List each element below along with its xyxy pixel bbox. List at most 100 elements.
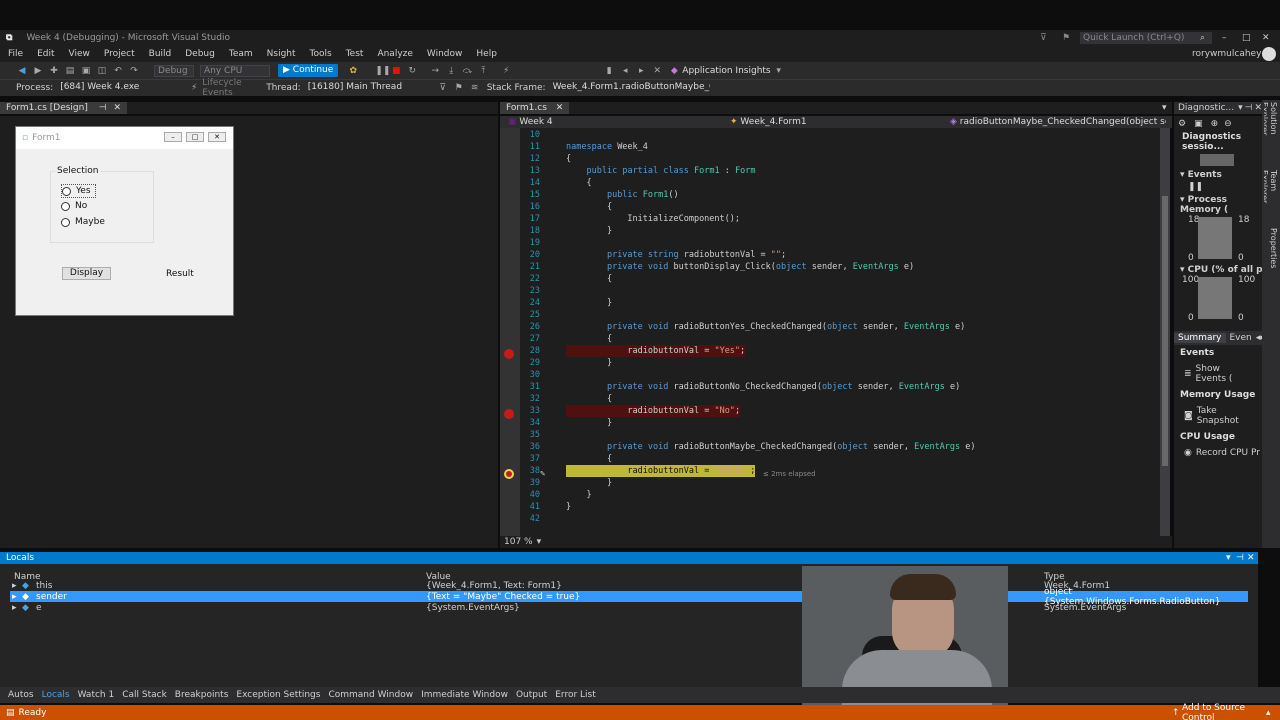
continue-button[interactable]: ▶ Continue [278,64,339,77]
menu-item[interactable]: Build [149,49,172,59]
code-line[interactable]: 22 { [500,273,1156,285]
expand-icon[interactable]: ▸ [12,592,17,602]
edit-pencil-icon[interactable]: ✎ [540,469,545,479]
tab-watch1[interactable]: Watch 1 [78,690,115,700]
open-folder-icon[interactable]: ▤ [65,66,75,76]
take-snapshot-link[interactable]: ◙ Take Snapshot [1174,403,1262,429]
code-line[interactable]: 17 InitializeComponent(); [500,213,1156,225]
window-options-icon[interactable]: ▾ [1226,553,1231,563]
tab-overflow-icon[interactable]: ▾ [1162,103,1167,113]
zoom-out-icon[interactable]: ⊖ [1224,119,1232,129]
code-line[interactable]: 30 [500,369,1156,381]
tab-summary[interactable]: Summary [1174,333,1226,343]
filter-icon[interactable]: ⊽ [1040,33,1047,43]
code-line[interactable]: 13 public partial class Form1 : Form [500,165,1156,177]
breakpoint-icon[interactable] [504,409,514,419]
flag-icon[interactable]: ⚑ [454,83,464,93]
insights-button[interactable]: Application Insights [682,66,770,76]
bookmark-clear-icon[interactable]: ✕ [652,66,662,76]
code-line[interactable]: 24 } [500,297,1156,309]
code-line[interactable]: 35 [500,429,1156,441]
close-tab-icon[interactable]: ✕ [113,103,121,113]
code-line[interactable]: 28 radiobuttonVal = "Yes"; [500,345,1156,357]
save-icon[interactable]: ▣ [1194,119,1203,129]
menu-item[interactable]: Window [427,49,463,59]
show-events-link[interactable]: ≣ Show Events ( [1174,361,1262,387]
lifecycle-icon[interactable]: ⚡ [189,83,199,93]
code-line[interactable]: 42 [500,513,1156,525]
code-line[interactable]: 26 private void radioButtonYes_CheckedCh… [500,321,1156,333]
side-tab-team-explorer[interactable]: Team Explorer [1264,170,1278,226]
restart-icon[interactable]: ↻ [407,66,417,76]
code-line[interactable]: 10 [500,129,1156,141]
code-line[interactable]: 14 { [500,177,1156,189]
menu-item[interactable]: View [69,49,90,59]
code-line[interactable]: 27 { [500,333,1156,345]
bookmark-icon[interactable]: ▮ [604,66,614,76]
code-line[interactable]: 25 [500,309,1156,321]
menu-item[interactable]: Tools [310,49,332,59]
menu-item[interactable]: Team [229,49,253,59]
menu-item[interactable]: Edit [37,49,54,59]
tab-immediate-window[interactable]: Immediate Window [421,690,508,700]
menu-item[interactable]: Project [104,49,135,59]
tab-error-list[interactable]: Error List [555,690,596,700]
zoom-dropdown-icon[interactable]: ▾ [537,537,542,547]
redo-icon[interactable]: ↷ [129,66,139,76]
code-line[interactable]: 31 private void radioButtonNo_CheckedCha… [500,381,1156,393]
tab-form1-cs[interactable]: Form1.cs ✕ [500,102,570,114]
breakpoint-icon[interactable] [504,349,514,359]
tab-form1-design[interactable]: Form1.cs [Design] ⊣ ✕ [0,102,127,114]
code-editor[interactable]: 10 11 namespace Week_4 12 {13 public partial… [500,128,1160,540]
tab-breakpoints[interactable]: Breakpoints [175,690,229,700]
code-line[interactable]: 20 private string radiobuttonVal = ""; [500,249,1156,261]
form1-window[interactable]: ▫ Form1 – □ ✕ Selection Yes No Maybe Dis… [15,126,234,316]
forward-icon[interactable]: ▶ [33,66,43,76]
show-next-icon[interactable]: → [430,66,440,76]
settings-icon[interactable]: ⚙ [1178,119,1186,129]
step-out-icon[interactable]: ⤒ [478,66,488,76]
menu-item[interactable]: Test [346,49,364,59]
code-line[interactable]: 18 } [500,225,1156,237]
code-line[interactable]: 41} [500,501,1156,513]
pin-icon[interactable]: ⊣ [99,103,107,113]
display-button[interactable]: Display [62,267,111,280]
stack-frame-dropdown[interactable]: Week_4.Form1.radioButtonMaybe_Checke [549,82,710,94]
scrollbar-thumb[interactable] [1162,196,1168,466]
radio-no[interactable]: No [61,200,87,212]
code-line[interactable]: 40 } [500,489,1156,501]
minimize-button[interactable]: – [1222,33,1227,43]
code-line[interactable]: 39 } [500,477,1156,489]
source-control-icon[interactable]: ↑ [1172,708,1180,718]
table-row-selected[interactable]: ▸ ◆ sender {Text = "Maybe" Checked = tru… [10,587,1248,607]
tab-exception-settings[interactable]: Exception Settings [236,690,320,700]
bookmark-prev-icon[interactable]: ◂ [620,66,630,76]
table-row[interactable]: ▸ ◆ e {System.EventArgs} System.EventArg… [0,602,1248,613]
code-line[interactable]: 34 } [500,417,1156,429]
code-line[interactable]: 38 radiobuttonVal = "Maybe"; [500,465,1156,477]
process-dropdown[interactable]: [684] Week 4.exe [57,82,188,94]
side-tab-solution-explorer[interactable]: Solution Explorer [1264,102,1278,164]
tab-locals[interactable]: Locals [42,690,70,700]
zoom-level[interactable]: 107 % [504,537,533,547]
account-name[interactable]: rorywmulcahey [1192,49,1261,59]
class-dropdown[interactable]: ✦ Week_4.Form1 [724,117,944,127]
project-dropdown[interactable]: ▣ Week 4 [500,117,724,127]
expand-icon[interactable]: ▸ [12,603,17,613]
menu-item[interactable]: File [8,49,23,59]
code-line[interactable]: 33 radiobuttonVal = "No"; [500,405,1156,417]
quick-launch-input[interactable]: Quick Launch (Ctrl+Q) [1080,32,1212,44]
expand-icon[interactable]: ▸ [12,581,17,591]
pause-icon[interactable]: ❚❚ [375,66,390,76]
member-dropdown[interactable]: ◈ radioButtonMaybe_CheckedChanged(object… [944,117,1166,127]
avatar[interactable] [1262,47,1276,61]
pin-icon[interactable]: ⊣ [1245,103,1253,113]
stop-icon[interactable]: ■ [391,66,401,76]
code-line[interactable]: 23 [500,285,1156,297]
chevron-down-icon[interactable]: ▾ [774,66,784,76]
notification-icon[interactable]: ⚑ [1062,33,1070,43]
undo-icon[interactable]: ↶ [113,66,123,76]
record-cpu-link[interactable]: ◉ Record CPU Pr [1174,445,1262,461]
code-line[interactable]: 19 [500,237,1156,249]
radio-yes[interactable]: Yes [61,184,96,198]
